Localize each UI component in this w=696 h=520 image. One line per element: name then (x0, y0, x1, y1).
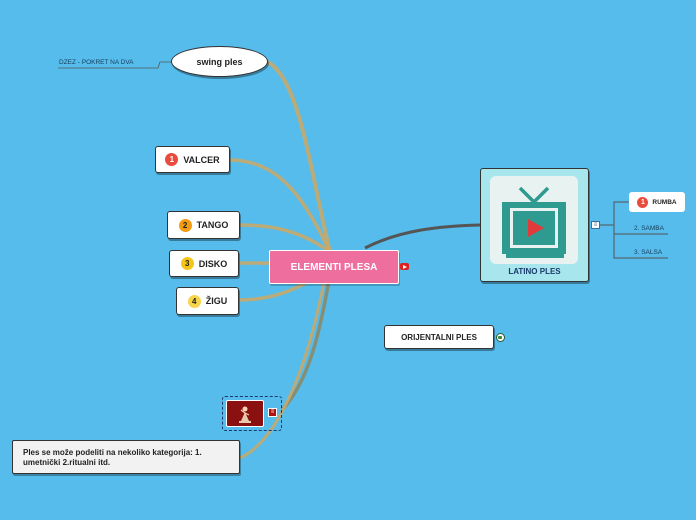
tango-label: TANGO (196, 220, 229, 230)
zigu-label: ŽIGU (205, 296, 228, 306)
salsa-label[interactable]: 3. SALSA (634, 249, 662, 256)
rumba-label: RUMBA (652, 198, 677, 206)
priority-2-icon: 2 (178, 218, 192, 232)
note-icon[interactable]: ≡ (591, 221, 600, 229)
globe-icon[interactable] (496, 333, 505, 342)
note-box[interactable]: Ples se može podeliti na nekoliko katego… (12, 440, 240, 474)
priority-1-icon: 1 (637, 196, 649, 208)
valcer-node[interactable]: 1 VALCER (155, 146, 230, 173)
tango-node[interactable]: 2 TANGO (167, 211, 240, 239)
tv-play-icon (490, 176, 578, 264)
youtube-icon[interactable] (400, 263, 409, 270)
orijentalni-ples-label: ORIJENTALNI PLES (401, 332, 477, 342)
central-topic-label: ELEMENTI PLESA (290, 261, 378, 273)
priority-1-icon: 1 (165, 153, 179, 166)
disko-label: DISKO (198, 258, 228, 269)
priority-3-icon: 3 (180, 257, 194, 270)
valcer-label: VALCER (183, 154, 220, 165)
rumba-node[interactable]: 1 RUMBA (629, 192, 685, 212)
orijentalni-ples-node[interactable]: ORIJENTALNI PLES (384, 325, 494, 349)
dancer-image-icon (226, 400, 264, 427)
swing-sublabel: DZEZ - POKRET NA DVA (59, 59, 134, 66)
swing-ples-label: swing ples (196, 56, 243, 67)
central-topic[interactable]: ELEMENTI PLESA (269, 250, 399, 284)
samba-label[interactable]: 2. SAMBA (634, 225, 664, 232)
swing-ples-node[interactable]: swing ples (171, 46, 268, 77)
zigu-node[interactable]: 4 ŽIGU (176, 287, 239, 315)
note-text: Ples se može podeliti na nekoliko katego… (23, 448, 202, 467)
priority-4-icon: 4 (187, 294, 201, 308)
note-icon[interactable]: ≡ (268, 408, 277, 417)
latino-ples-node[interactable]: LATINO PLES (480, 168, 589, 282)
disko-node[interactable]: 3 DISKO (169, 250, 239, 277)
latino-ples-label: LATINO PLES (508, 267, 561, 276)
image-node[interactable]: ≡ (222, 396, 282, 431)
